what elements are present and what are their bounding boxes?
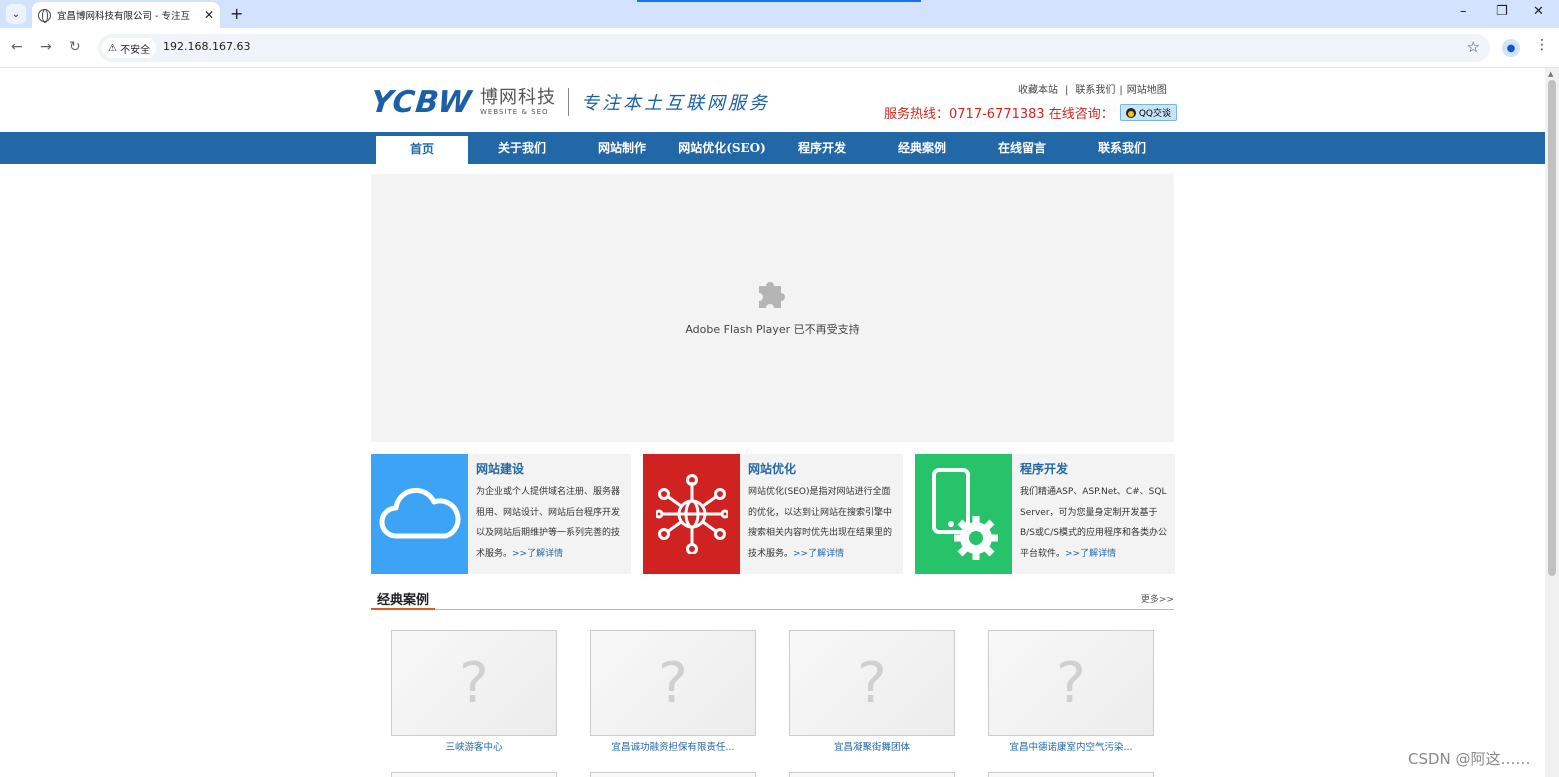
nav-contact[interactable]: 联系我们: [1072, 132, 1172, 164]
service-more-link[interactable]: >>了解详情: [512, 549, 563, 559]
browser-toolbar: ← → ↻ ⚠ 不安全 192.168.167.63 ☆ ● ⋮: [0, 28, 1559, 68]
top-links: 收藏本站 | 联系我们 | 网站地图: [1018, 81, 1167, 96]
case-name[interactable]: 宜昌诚功融资担保有限责任...: [590, 739, 756, 753]
case-name[interactable]: 宜昌凝聚街舞团体: [789, 739, 955, 753]
service-title[interactable]: 程序开发: [1020, 460, 1068, 477]
broken-image-icon[interactable]: ?: [988, 630, 1154, 736]
toplink-contact[interactable]: 联系我们: [1075, 85, 1115, 96]
back-arrow-icon[interactable]: ←: [11, 39, 23, 55]
service-card-seo[interactable]: 网站优化 网站优化(SEO)是指对网站进行全面的优化，以达到让网站在搜索引擎中搜…: [643, 454, 903, 574]
hotline-text: 服务热线：0717-6771383 在线咨询：: [884, 107, 1114, 122]
case-item-row2[interactable]: [789, 772, 955, 777]
service-icon-box: [915, 454, 1012, 574]
case-name[interactable]: 三峡游客中心: [391, 739, 557, 753]
toplink-sitemap[interactable]: 网站地图: [1127, 85, 1167, 96]
close-tab-icon[interactable]: ✕: [204, 8, 214, 22]
logo-en-name: WEBSITE & SEO: [480, 108, 549, 116]
warning-triangle-icon: ⚠: [108, 42, 121, 54]
page-scrollbar[interactable]: ▲: [1545, 68, 1559, 777]
nav-web-design[interactable]: 网站制作: [572, 132, 672, 164]
plugin-puzzle-icon: [759, 282, 785, 308]
service-title[interactable]: 网站建设: [476, 460, 524, 477]
tab-strip: ⌄ 宜昌博网科技有限公司 - 专注互 ✕ + – ❐ ✕: [0, 0, 1559, 28]
service-icon-box: [371, 454, 468, 574]
toplink-sep: |: [1119, 85, 1123, 96]
service-card-web-building[interactable]: 网站建设 为企业或个人提供域名注册、服务器租用、网站设计、网站后台程序开发以及网…: [371, 454, 631, 574]
security-chip[interactable]: ⚠ 不安全: [102, 38, 157, 58]
case-item[interactable]: ? 三峡游客中心: [391, 630, 557, 753]
toplink-sep: |: [1065, 85, 1069, 96]
phone-gear-icon: [931, 468, 998, 560]
service-desc: 为企业或个人提供域名注册、服务器租用、网站设计、网站后台程序开发以及网站后期维护…: [476, 482, 626, 564]
logo-divider: [568, 88, 569, 116]
logo-mark: YCBW: [369, 84, 474, 120]
csdn-watermark: CSDN @阿这……: [1408, 750, 1531, 768]
nav-cases[interactable]: 经典案例: [872, 132, 972, 164]
profile-avatar-icon[interactable]: ●: [1502, 39, 1520, 57]
cases-more-link[interactable]: 更多>>: [1141, 592, 1174, 605]
address-bar[interactable]: ⚠ 不安全 192.168.167.63 ☆: [98, 34, 1490, 62]
bookmark-star-icon[interactable]: ☆: [1467, 38, 1480, 56]
nav-home[interactable]: 首页: [376, 136, 468, 164]
logo-cn-name: 博网科技: [480, 87, 556, 108]
cloud-icon: [379, 487, 460, 539]
broken-image-icon[interactable]: ?: [391, 630, 557, 736]
service-icon-box: [643, 454, 740, 574]
nav-development[interactable]: 程序开发: [772, 132, 872, 164]
qq-chat-label: QQ交谈: [1138, 109, 1171, 119]
site-logo[interactable]: YCBW 博网科技 WEBSITE & SEO 专注本土互联网服务: [369, 84, 770, 120]
qq-chat-button[interactable]: QQ交谈: [1119, 104, 1177, 121]
network-globe-icon: [655, 474, 728, 554]
reload-icon[interactable]: ↻: [69, 39, 81, 55]
scroll-up-arrow-icon[interactable]: ▲: [1548, 70, 1553, 78]
site-slogan: 专注本土互联网服务: [581, 93, 770, 114]
flash-banner: Adobe Flash Player 已不再受支持: [371, 174, 1174, 442]
qq-penguin-icon: [1125, 107, 1136, 118]
security-label: 不安全: [120, 44, 151, 56]
case-name[interactable]: 宜昌中德诺康室内空气污染...: [988, 739, 1154, 753]
toplink-bookmark[interactable]: 收藏本站: [1018, 85, 1058, 96]
scrollbar-thumb[interactable]: [1548, 80, 1556, 576]
cases-title: 经典案例: [371, 589, 436, 610]
service-desc: 网站优化(SEO)是指对网站进行全面的优化，以达到让网站在搜索引擎中搜索相关内容…: [748, 482, 898, 564]
tab-title: 宜昌博网科技有限公司 - 专注互: [57, 11, 190, 22]
page-viewport: YCBW 博网科技 WEBSITE & SEO 专注本土互联网服务 收藏本站 | 联…: [0, 68, 1545, 777]
nav-seo[interactable]: 网站优化(SEO): [672, 132, 772, 164]
service-desc: 我们精通ASP、ASP.Net、C#、SQL Server，可为您量身定制开发基…: [1020, 482, 1170, 564]
service-more-link[interactable]: >>了解详情: [1065, 549, 1116, 559]
case-item[interactable]: ? 宜昌中德诺康室内空气污染...: [988, 630, 1154, 753]
restore-icon[interactable]: ❐: [1496, 4, 1508, 19]
cases-section-header: 经典案例 更多>>: [371, 589, 1174, 610]
case-item-row2[interactable]: [988, 772, 1154, 777]
case-item-row2[interactable]: [590, 772, 756, 777]
forward-arrow-icon[interactable]: →: [40, 39, 52, 55]
case-item[interactable]: ? 宜昌凝聚街舞团体: [789, 630, 955, 753]
broken-image-icon[interactable]: ?: [590, 630, 756, 736]
new-tab-plus-icon[interactable]: +: [230, 4, 243, 23]
close-window-icon[interactable]: ✕: [1533, 4, 1544, 19]
flash-unsupported-message: Adobe Flash Player 已不再受支持: [685, 323, 860, 336]
loading-indicator: [637, 0, 921, 2]
case-item-row2[interactable]: [391, 772, 557, 777]
service-more-link[interactable]: >>了解详情: [793, 549, 844, 559]
nav-guestbook[interactable]: 在线留言: [972, 132, 1072, 164]
main-nav: 首页 关于我们 网站制作 网站优化(SEO) 程序开发 经典案例 在线留言 联系…: [0, 132, 1545, 164]
globe-icon: [38, 8, 51, 23]
tab-search-chevron-icon[interactable]: ⌄: [6, 4, 26, 24]
browser-menu-kebab-icon[interactable]: ⋮: [1535, 37, 1549, 53]
url-text[interactable]: 192.168.167.63: [163, 40, 250, 53]
service-title[interactable]: 网站优化: [748, 460, 796, 477]
nav-about[interactable]: 关于我们: [472, 132, 572, 164]
minimize-icon[interactable]: –: [1460, 4, 1467, 19]
service-card-development[interactable]: 程序开发 我们精通ASP、ASP.Net、C#、SQL Server，可为您量身…: [915, 454, 1175, 574]
case-item[interactable]: ? 宜昌诚功融资担保有限责任...: [590, 630, 756, 753]
hotline: 服务热线：0717-6771383 在线咨询： QQ交谈: [884, 103, 1177, 122]
browser-tab[interactable]: 宜昌博网科技有限公司 - 专注互 ✕: [32, 2, 220, 28]
broken-image-icon[interactable]: ?: [789, 630, 955, 736]
